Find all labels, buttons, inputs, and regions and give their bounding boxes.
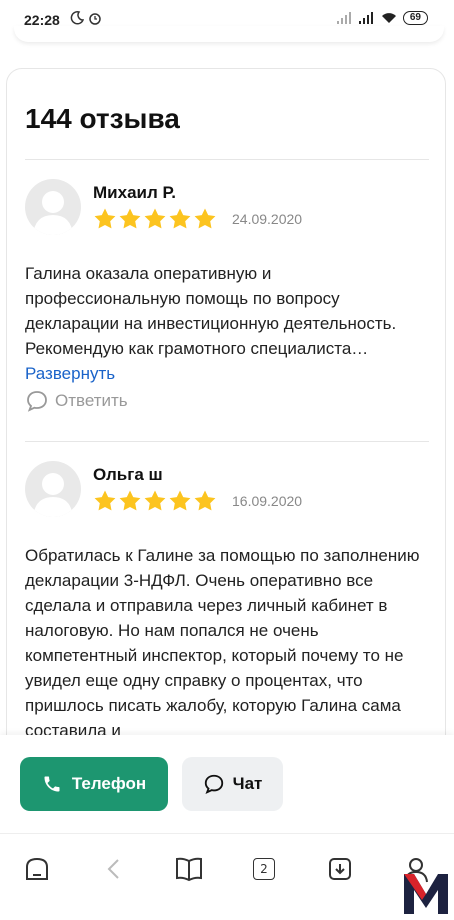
review-date: 16.09.2020 [232,493,303,509]
tabs-icon: 2 [253,858,275,880]
avatar [25,461,81,517]
home-button[interactable] [20,852,54,886]
phone-icon [44,776,60,792]
reply-label: Ответить [55,391,128,410]
comment-icon [27,391,47,412]
previous-card-edge [14,26,444,42]
chat-bubble-icon [204,774,223,795]
phone-button-label: Телефон [71,774,147,793]
browser-nav-bar: 2 [0,833,454,920]
review-text: Галина оказала оперативную и профессиона… [25,261,425,386]
reviewer-name: Михаил Р. [93,183,177,202]
chat-button-label: Чат [232,774,263,793]
star-icon [169,208,191,229]
chat-button[interactable]: Чат [182,757,283,811]
phone-button[interactable]: Телефон [20,757,168,811]
star-icon [194,208,216,229]
battery-icon: 69 [402,11,428,25]
review-date: 24.09.2020 [232,211,303,227]
star-icon [94,490,116,511]
star-icon [144,490,166,511]
alarm-icon [89,13,101,25]
rating-stars [93,489,217,513]
download-icon [329,858,351,880]
tabs-button[interactable]: 2 [247,852,281,886]
star-icon [94,208,116,229]
star-icon [194,490,216,511]
review-item: Ольга ш 16.09.2020 Обратилась к Галине з… [25,461,429,767]
bookmarks-button[interactable] [172,852,206,886]
home-icon [26,857,48,880]
star-icon [144,208,166,229]
reply-button[interactable]: Ответить [25,389,128,413]
divider [25,159,429,160]
wifi-icon [381,13,396,23]
signal-icon [336,12,351,24]
star-icon [119,490,141,511]
back-button[interactable] [97,852,131,886]
reviews-count-title: 144 отзыва [25,103,180,134]
review-text: Обратилась к Галине за помощью по заполн… [25,546,420,740]
moon-icon [70,11,84,25]
rating-stars [93,207,217,231]
star-icon [119,208,141,229]
contact-action-bar: Телефон Чат [0,735,454,833]
book-icon [176,857,202,882]
avatar [25,179,81,235]
signal-icon [358,12,373,24]
m-logo [404,874,448,914]
review-text-body: Галина оказала оперативную и профессиона… [25,264,397,358]
review-item: Михаил Р. 24.09.2020 Галина оказала опер… [25,179,429,419]
back-icon [107,859,119,879]
reviews-card: 144 отзыва Михаил Р. 24.09.2020 Галина о… [6,68,446,768]
reviewer-name: Ольга ш [93,465,163,484]
expand-link[interactable]: Развернуть [25,364,115,383]
star-icon [169,490,191,511]
divider [25,441,429,442]
downloads-button[interactable] [323,852,357,886]
